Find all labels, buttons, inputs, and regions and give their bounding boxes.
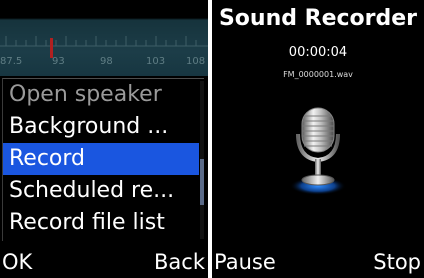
- ok-softkey[interactable]: OK: [2, 246, 32, 278]
- tuner-scale: 87.5 93 98 103 108: [0, 0, 208, 76]
- sound-recorder-screen: Sound Recorder 00:00:04 FM_0000001.wav P…: [212, 0, 424, 278]
- microphone-icon: [290, 107, 346, 195]
- recorder-title: Sound Recorder: [218, 6, 418, 31]
- scale-label: 87.5: [0, 56, 23, 67]
- menu-item-record-file-list[interactable]: Record file list: [3, 207, 199, 239]
- scale-label: 93: [52, 56, 65, 67]
- back-softkey[interactable]: Back: [154, 246, 205, 278]
- tuner-scale-labels: 87.5 93 98 103 108: [0, 56, 208, 70]
- menu-item-scheduled-record[interactable]: Scheduled re...: [3, 175, 199, 207]
- stop-softkey[interactable]: Stop: [373, 246, 421, 278]
- recording-file-name: FM_0000001.wav: [283, 70, 353, 79]
- options-menu: Open speaker Background ... Record Sched…: [2, 78, 204, 241]
- menu-scrollbar[interactable]: [200, 81, 204, 239]
- pause-softkey[interactable]: Pause: [214, 246, 276, 278]
- scale-label: 103: [146, 56, 166, 67]
- recorder-softkey-bar: Pause Stop: [212, 246, 424, 278]
- softkey-bar: OK Back: [0, 246, 208, 278]
- menu-scroll-thumb[interactable]: [200, 159, 204, 205]
- menu-item-background[interactable]: Background ...: [3, 111, 199, 143]
- menu-item-open-speaker[interactable]: Open speaker: [3, 79, 199, 111]
- menu-item-record[interactable]: Record: [3, 143, 199, 175]
- elapsed-time: 00:00:04: [288, 45, 348, 60]
- tuner-needle: [50, 38, 53, 58]
- scale-label: 108: [186, 56, 206, 67]
- fm-radio-screen: 87.5 93 98 103 108 Open speaker Backgrou…: [0, 0, 208, 278]
- scale-label: 98: [100, 56, 113, 67]
